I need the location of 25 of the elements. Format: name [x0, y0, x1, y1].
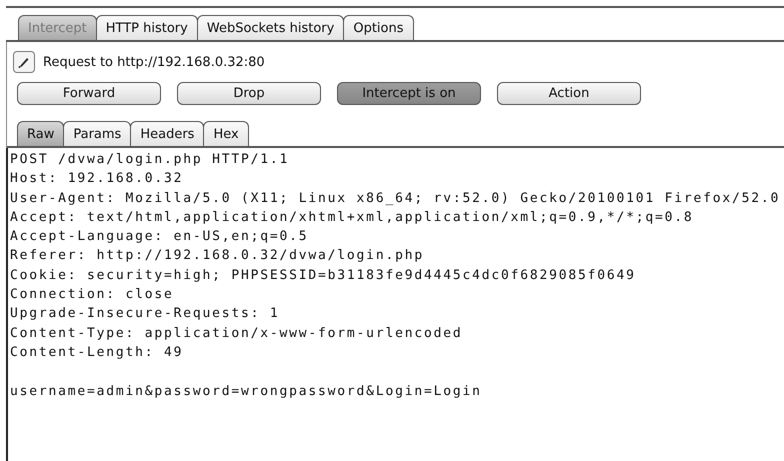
- request-line: Connection: close: [10, 286, 174, 304]
- tab[interactable]: Raw: [17, 121, 64, 146]
- request-body: username=admin&password=wrongpassword&Login=Login: [10, 382, 482, 401]
- tab[interactable]: Params: [63, 121, 132, 146]
- request-line: Content-Type: application/x-www-form-urlencoded: [10, 324, 462, 343]
- request-target-label: Request to http://192.168.0.32:80: [43, 54, 265, 70]
- request-line: Cookie: security=high; PHPSESSID=b31183fe9d4445c4dc0f6829085f0649: [10, 266, 636, 285]
- request-line: Host: 192.168.0.32: [10, 170, 184, 188]
- toggle-button[interactable]: Intercept is on: [337, 82, 481, 105]
- tab[interactable]: Options: [343, 15, 414, 40]
- request-line: POST /dvwa/login.php HTTP/1.1: [10, 151, 290, 169]
- request-line: Accept: text/html,application/xhtml+xml,application/xml;q=0.9,*/*;q=0.8: [10, 208, 694, 227]
- button[interactable]: Forward: [17, 82, 161, 105]
- request-line: Upgrade-Insecure-Requests: 1: [10, 305, 280, 324]
- request-line: Accept-Language: en-US,en;q=0.5: [10, 228, 308, 246]
- request-line: Referer: http://192.168.0.32/dvwa/login.php: [10, 247, 424, 266]
- button[interactable]: Drop: [177, 82, 321, 105]
- tab[interactable]: WebSockets history: [196, 15, 344, 40]
- button[interactable]: Action: [497, 82, 641, 105]
- tab[interactable]: HTTP history: [96, 15, 198, 40]
- request-line: Content-Length: 49: [10, 344, 184, 362]
- tab[interactable]: Headers: [130, 121, 204, 146]
- request-line: User-Agent: Mozilla/5.0 (X11; Linux x86_64; rv:52.0) Gecko/20100101 Firefox/52.0: [10, 190, 780, 208]
- pencil-icon[interactable]: [13, 51, 35, 73]
- tab[interactable]: Hex: [203, 121, 249, 146]
